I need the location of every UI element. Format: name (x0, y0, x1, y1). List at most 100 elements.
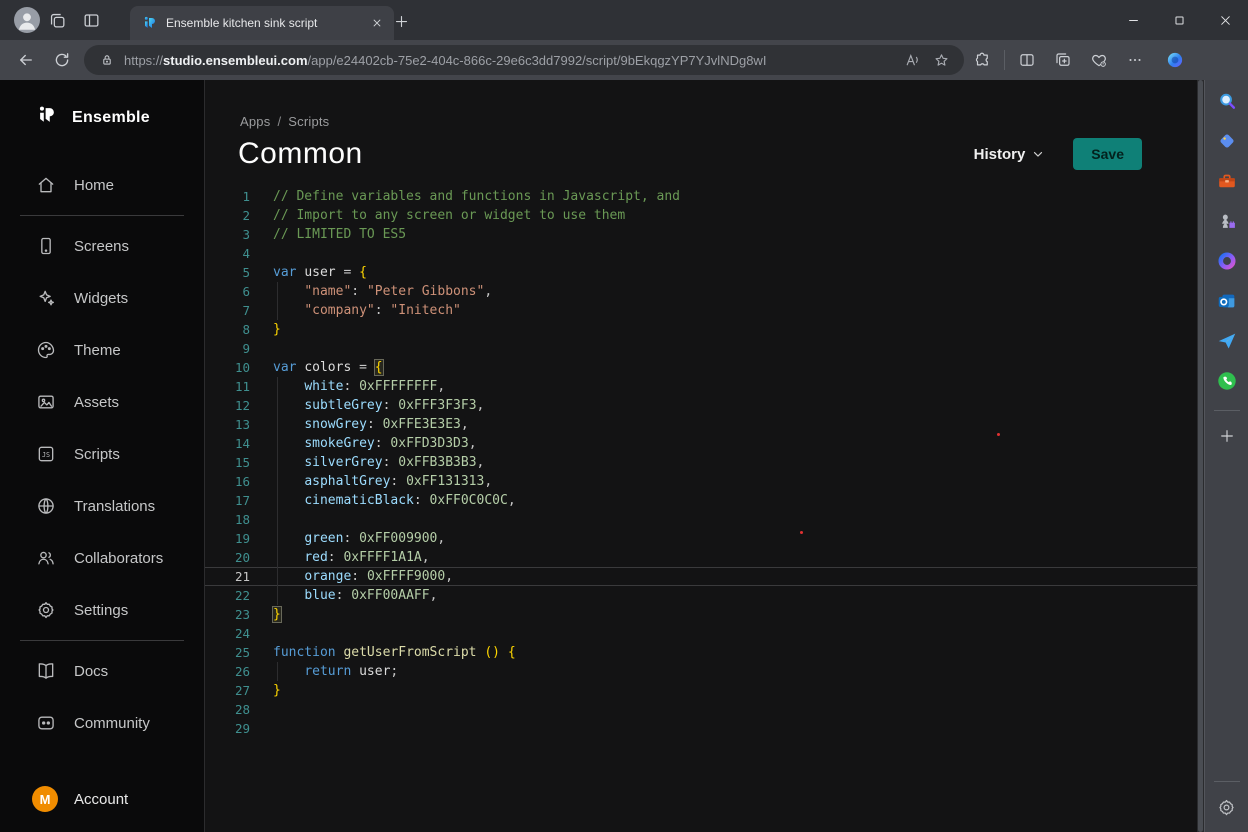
line-number[interactable]: 19 (205, 531, 250, 546)
code-line[interactable]: 10var colors = { (205, 358, 1198, 377)
line-number[interactable]: 14 (205, 436, 250, 451)
code-line[interactable]: 23} (205, 605, 1198, 624)
code-line[interactable]: 13 snowGrey: 0xFFE3E3E3, (205, 415, 1198, 434)
line-number[interactable]: 11 (205, 379, 250, 394)
code-line[interactable]: 5var user = { (205, 263, 1198, 282)
code-line[interactable]: 9 (205, 339, 1198, 358)
sidebar-item-screens[interactable]: Screens (0, 220, 204, 272)
code-line[interactable]: 11 white: 0xFFFFFFFF, (205, 377, 1198, 396)
line-number[interactable]: 9 (205, 341, 250, 356)
collections-icon[interactable] (1045, 43, 1081, 77)
line-number[interactable]: 10 (205, 360, 250, 375)
code-line[interactable]: 18 (205, 510, 1198, 529)
line-number[interactable]: 4 (205, 246, 250, 261)
code-line[interactable]: 19 green: 0xFF009900, (205, 529, 1198, 548)
line-number[interactable]: 18 (205, 512, 250, 527)
sidebar-item-collaborators[interactable]: Collaborators (0, 532, 204, 584)
copilot-icon[interactable] (1157, 43, 1193, 77)
extensions-icon[interactable] (964, 43, 1000, 77)
line-number[interactable]: 7 (205, 303, 250, 318)
profile-avatar-icon[interactable] (14, 7, 40, 33)
line-number[interactable]: 26 (205, 664, 250, 679)
sidebar-item-settings[interactable]: Settings (0, 584, 204, 636)
maximize-button[interactable] (1156, 0, 1202, 40)
code-line[interactable]: 4 (205, 244, 1198, 263)
sidebar-item-community[interactable]: Community (0, 697, 204, 749)
code-line[interactable]: 17 cinematicBlack: 0xFF0C0C0C, (205, 491, 1198, 510)
code-line[interactable]: 7 "company": "Initech" (205, 301, 1198, 320)
code-line[interactable]: 8} (205, 320, 1198, 339)
line-number[interactable]: 13 (205, 417, 250, 432)
line-number[interactable]: 29 (205, 721, 250, 736)
code-line[interactable]: 12 subtleGrey: 0xFFF3F3F3, (205, 396, 1198, 415)
close-window-button[interactable] (1202, 0, 1248, 40)
sidebar-item-translations[interactable]: Translations (0, 480, 204, 532)
code-line-active[interactable]: 21 orange: 0xFFFF9000, (205, 567, 1198, 586)
shopping-icon[interactable] (1212, 126, 1242, 156)
sidebar-item-docs[interactable]: Docs (0, 645, 204, 697)
search-icon[interactable] (1212, 86, 1242, 116)
ensemble-brand[interactable]: Ensemble (0, 80, 204, 135)
minimize-button[interactable] (1110, 0, 1156, 40)
microsoft-365-icon[interactable] (1212, 246, 1242, 276)
address-bar[interactable]: https://studio.ensembleui.com/app/e24402… (84, 45, 964, 75)
tab-actions-icon[interactable] (74, 4, 108, 36)
line-number[interactable]: 6 (205, 284, 250, 299)
code-line[interactable]: 1// Define variables and functions in Ja… (205, 187, 1198, 206)
line-number[interactable]: 28 (205, 702, 250, 717)
line-number[interactable]: 23 (205, 607, 250, 622)
line-number[interactable]: 22 (205, 588, 250, 603)
workspaces-icon[interactable] (40, 4, 74, 36)
sidebar-item-assets[interactable]: Assets (0, 376, 204, 428)
games-icon[interactable] (1212, 206, 1242, 236)
breadcrumb-apps[interactable]: Apps (240, 114, 270, 129)
code-line[interactable]: 15 silverGrey: 0xFFB3B3B3, (205, 453, 1198, 472)
line-number[interactable]: 24 (205, 626, 250, 641)
sidebar-item-theme[interactable]: Theme (0, 324, 204, 376)
sidebar-item-home[interactable]: Home (0, 159, 204, 211)
line-number[interactable]: 12 (205, 398, 250, 413)
tab-close-icon[interactable] (368, 14, 386, 32)
outlook-icon[interactable] (1212, 286, 1242, 316)
whatsapp-icon[interactable] (1212, 366, 1242, 396)
history-dropdown[interactable]: History (974, 146, 1046, 163)
scrollbar-thumb[interactable] (1198, 80, 1203, 832)
save-button[interactable]: Save (1073, 138, 1142, 170)
code-line[interactable]: 16 asphaltGrey: 0xFF131313, (205, 472, 1198, 491)
sidebar-item-widgets[interactable]: Widgets (0, 272, 204, 324)
line-number[interactable]: 5 (205, 265, 250, 280)
more-options-icon[interactable] (1117, 43, 1153, 77)
code-line[interactable]: 27} (205, 681, 1198, 700)
code-line[interactable]: 3// LIMITED TO ES5 (205, 225, 1198, 244)
line-number[interactable]: 16 (205, 474, 250, 489)
breadcrumb-scripts[interactable]: Scripts (288, 114, 329, 129)
browser-tab[interactable]: Ensemble kitchen sink script (130, 6, 394, 40)
refresh-icon[interactable] (44, 43, 80, 77)
code-line[interactable]: 6 "name": "Peter Gibbons", (205, 282, 1198, 301)
line-number[interactable]: 1 (205, 189, 250, 204)
sidebar-item-account[interactable]: M Account (0, 772, 204, 832)
favorite-star-icon[interactable] (928, 47, 954, 73)
code-line[interactable]: 20 red: 0xFFFF1A1A, (205, 548, 1198, 567)
code-line[interactable]: 2// Import to any screen or widget to us… (205, 206, 1198, 225)
sidebar-item-scripts[interactable]: JSScripts (0, 428, 204, 480)
line-number[interactable]: 27 (205, 683, 250, 698)
browser-essentials-icon[interactable] (1081, 43, 1117, 77)
line-number[interactable]: 21 (205, 569, 250, 584)
line-number[interactable]: 8 (205, 322, 250, 337)
line-number[interactable]: 2 (205, 208, 250, 223)
code-line[interactable]: 26 return user; (205, 662, 1198, 681)
line-number[interactable]: 15 (205, 455, 250, 470)
toolbox-icon[interactable] (1212, 166, 1242, 196)
edge-settings-gear-icon[interactable] (1212, 792, 1242, 822)
line-number[interactable]: 3 (205, 227, 250, 242)
line-number[interactable]: 25 (205, 645, 250, 660)
code-line[interactable]: 14 smokeGrey: 0xFFD3D3D3, (205, 434, 1198, 453)
code-line[interactable]: 25function getUserFromScript () { (205, 643, 1198, 662)
code-line[interactable]: 22 blue: 0xFF00AAFF, (205, 586, 1198, 605)
drop-icon[interactable] (1212, 326, 1242, 356)
lock-icon[interactable] (96, 49, 118, 71)
add-sidebar-app-icon[interactable] (1212, 421, 1242, 451)
code-editor[interactable]: 1// Define variables and functions in Ja… (205, 187, 1204, 738)
back-icon[interactable] (8, 43, 44, 77)
